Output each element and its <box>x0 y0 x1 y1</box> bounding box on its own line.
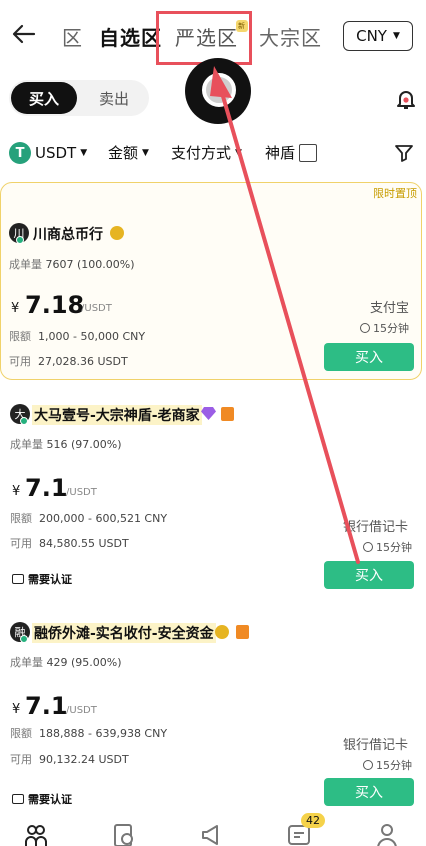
verify-label: 需要认证 <box>28 573 72 586</box>
price-unit: /USDT <box>81 303 112 314</box>
payment-method: 银行借记卡 <box>342 520 408 535</box>
amount-filter[interactable]: 金额 ▼ <box>108 142 149 163</box>
sell-tab[interactable]: 卖出 <box>81 82 147 114</box>
merchant-name[interactable]: 融侨外滩-实名收付-安全资金 <box>32 623 216 643</box>
clock-icon <box>360 323 370 333</box>
available-value: 27,028.36 USDT <box>38 355 128 368</box>
buy-button[interactable]: 买入 <box>324 343 414 371</box>
time-value: 15分钟 <box>376 541 412 554</box>
pinned-tag: 限时置顶 <box>373 187 417 200</box>
online-indicator <box>20 635 28 643</box>
orders-value: 429 (95.00%) <box>46 656 122 669</box>
gold-badge-icon <box>110 226 124 240</box>
id-card-icon <box>12 794 24 804</box>
merchant-card[interactable]: 大 大马壹号-大宗神盾-老商家 成单量 516 (97.00%) ¥ 7.1 /… <box>0 398 426 598</box>
id-card-icon <box>12 574 24 584</box>
buy-button[interactable]: 买入 <box>324 778 414 806</box>
payment-method: 支付宝 <box>369 301 409 316</box>
merchant-name[interactable]: 川商总币行 <box>33 224 103 244</box>
verification-required: 需要认证 <box>12 791 72 807</box>
clock-icon <box>363 542 373 552</box>
chat-badge: 42 <box>301 813 325 828</box>
caret-down-icon: ▼ <box>392 31 400 41</box>
time-value: 15分钟 <box>373 322 409 335</box>
p2p-users-icon[interactable] <box>24 822 48 846</box>
buy-tab[interactable]: 买入 <box>11 82 77 114</box>
gold-badge-icon <box>215 625 229 639</box>
asset-label: USDT <box>35 144 77 162</box>
verify-label: 需要认证 <box>28 793 72 806</box>
tab-bulk[interactable]: 大宗区 <box>259 22 322 51</box>
buy-button[interactable]: 买入 <box>324 561 414 589</box>
shield-label: 神盾 <box>265 144 296 162</box>
time-limit: 15分钟 <box>363 539 412 555</box>
available-value: 90,132.24 USDT <box>39 753 129 766</box>
orders-label: 成单量 <box>10 656 43 669</box>
price-unit: /USDT <box>66 487 97 498</box>
shield-badge-icon <box>221 407 234 421</box>
orders-label: 成单量 <box>9 258 42 271</box>
touch-indicator <box>185 58 251 124</box>
diamond-badge-icon <box>201 407 216 420</box>
currency-symbol: ¥ <box>12 702 21 717</box>
asset-filter[interactable]: T USDT ▼ <box>9 142 87 164</box>
time-limit: 15分钟 <box>360 320 409 336</box>
price: 7.1 <box>25 692 68 720</box>
orders-label: 成单量 <box>10 438 43 451</box>
time-value: 15分钟 <box>376 759 412 772</box>
limit-value: 1,000 - 50,000 CNY <box>38 330 146 343</box>
orders-icon[interactable] <box>112 822 136 846</box>
tab-zone[interactable]: 区 <box>62 22 83 51</box>
megaphone-icon[interactable] <box>199 822 223 846</box>
merchant-card[interactable]: 融 融侨外滩-实名收付-安全资金 成单量 429 (95.00%) ¥ 7.1 … <box>0 614 426 814</box>
back-arrow-icon[interactable] <box>10 20 38 48</box>
bottom-nav: 42 <box>0 813 426 846</box>
orders-value: 516 (97.00%) <box>46 438 122 451</box>
time-limit: 15分钟 <box>363 757 412 773</box>
limit-label: 限额 <box>10 727 32 740</box>
filter-bar: T USDT ▼ 金额 ▼ 支付方式 ▼ 神盾 <box>9 138 419 168</box>
price: 7.1 <box>25 474 68 502</box>
amount-label: 金额 <box>108 144 139 162</box>
payment-method: 银行借记卡 <box>342 738 408 753</box>
shield-checkbox[interactable] <box>299 143 318 162</box>
merchant-name[interactable]: 大马壹号-大宗神盾-老商家 <box>32 405 202 425</box>
currency-symbol: ¥ <box>11 301 20 316</box>
caret-down-icon: ▼ <box>80 148 88 158</box>
verification-required: 需要认证 <box>12 571 72 587</box>
bell-icon[interactable] <box>394 87 418 111</box>
highlight-box <box>156 11 252 65</box>
currency-symbol: ¥ <box>12 484 21 499</box>
caret-down-icon: ▼ <box>235 147 242 158</box>
limit-value: 200,000 - 600,521 CNY <box>39 512 168 525</box>
limit-label: 限额 <box>9 330 31 343</box>
buy-sell-switch: 买入 卖出 <box>9 80 149 116</box>
limit-label: 限额 <box>10 512 32 525</box>
available-label: 可用 <box>10 537 32 550</box>
price: 7.18 <box>25 291 85 319</box>
price-unit: /USDT <box>66 705 97 716</box>
profile-icon[interactable] <box>375 822 399 846</box>
currency-label: CNY <box>356 27 387 45</box>
payment-label: 支付方式 <box>171 144 232 162</box>
tab-watchlist[interactable]: 自选区 <box>99 22 162 51</box>
online-indicator <box>16 236 24 244</box>
shield-filter[interactable]: 神盾 <box>265 142 318 163</box>
currency-selector[interactable]: CNY ▼ <box>343 21 413 51</box>
online-indicator <box>20 417 28 425</box>
clock-icon <box>363 760 373 770</box>
payment-filter[interactable]: 支付方式 ▼ <box>171 142 242 163</box>
available-value: 84,580.55 USDT <box>39 537 129 550</box>
shield-badge-icon <box>236 625 249 639</box>
orders-value: 7607 (100.00%) <box>45 258 135 271</box>
caret-down-icon: ▼ <box>142 147 149 158</box>
available-label: 可用 <box>9 355 31 368</box>
usdt-icon: T <box>9 142 31 164</box>
limit-value: 188,888 - 639,938 CNY <box>39 727 168 740</box>
funnel-icon[interactable] <box>393 142 415 164</box>
available-label: 可用 <box>10 753 32 766</box>
merchant-card[interactable]: 限时置顶 川 川商总币行 成单量 7607 (100.00%) ¥ 7.18 /… <box>0 182 422 380</box>
